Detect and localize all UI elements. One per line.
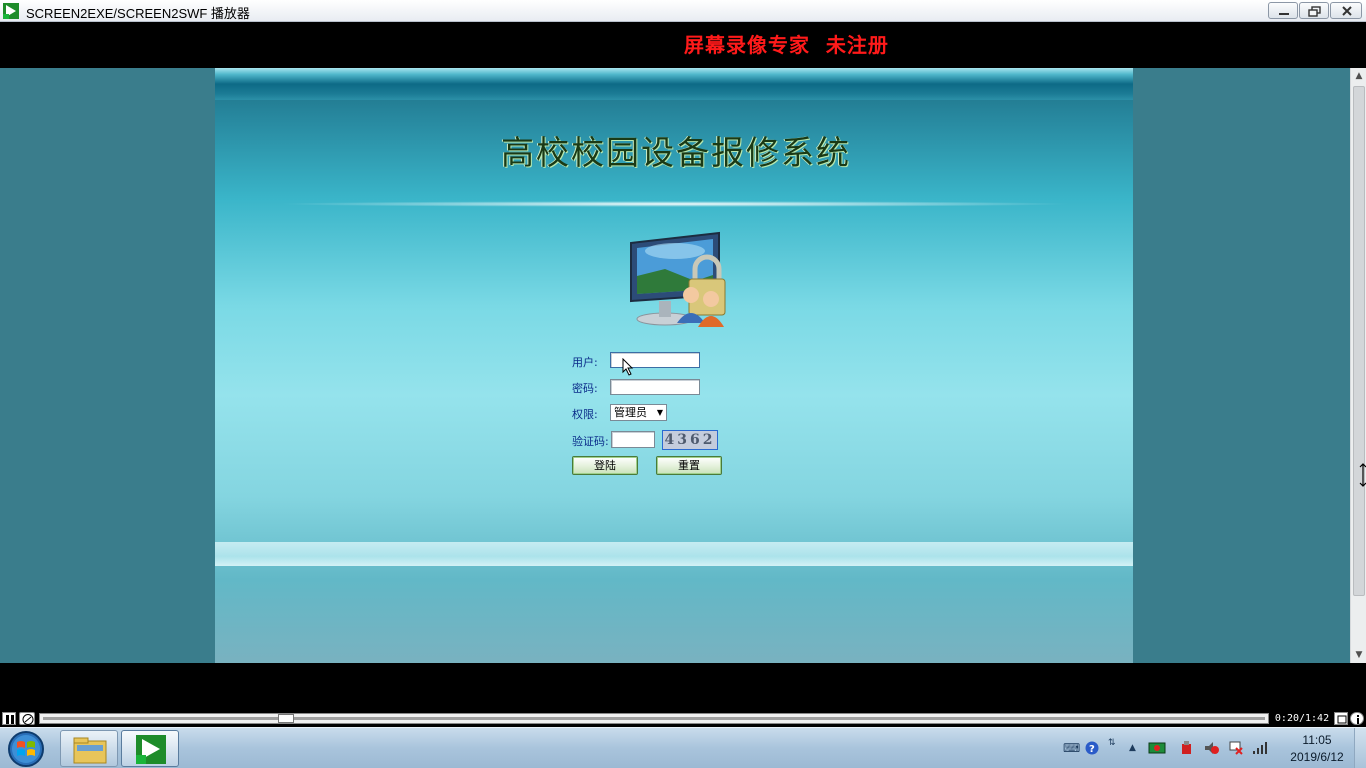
glow-divider — [275, 201, 1075, 207]
footer-band — [215, 542, 1133, 566]
taskbar-item-explorer[interactable] — [60, 730, 118, 767]
start-button[interactable] — [4, 729, 48, 768]
usb-icon[interactable] — [1179, 741, 1193, 755]
display-icon[interactable] — [1148, 741, 1166, 755]
flag-error-icon[interactable] — [1228, 741, 1244, 755]
dropdown-arrow-icon: ▼ — [656, 408, 663, 417]
player-controls: 0:20/1:42 — [0, 711, 1366, 726]
taskbar-item-player[interactable] — [121, 730, 179, 767]
clock-time[interactable]: 11:05 — [1282, 733, 1352, 747]
folder-icon — [73, 737, 107, 764]
close-icon — [1342, 6, 1352, 16]
role-label: 权限: — [572, 408, 598, 421]
login-page: 高校校园设备报修系统 用户: 密码: 权限: 管理员 ▼ 验证码: 4362 登… — [215, 68, 1133, 663]
captcha-input[interactable] — [611, 431, 655, 448]
help-icon[interactable]: ? — [1085, 741, 1099, 755]
keyboard-icon[interactable]: ⌨ — [1063, 741, 1080, 755]
captcha-image[interactable]: 4362 — [662, 430, 718, 450]
time-display: 0:20/1:42 — [1274, 713, 1330, 724]
password-label: 密码: — [572, 382, 598, 395]
resize-cursor-icon — [1359, 463, 1366, 487]
pause-icon — [6, 715, 14, 724]
scroll-up-icon[interactable]: ▲ — [1351, 68, 1366, 84]
info-button[interactable] — [1350, 712, 1364, 725]
info-icon — [1357, 715, 1359, 724]
restore-icon — [1308, 6, 1321, 17]
vertical-scrollbar[interactable]: ▲ ▼ — [1350, 68, 1366, 663]
role-select[interactable]: 管理员 ▼ — [610, 404, 667, 421]
show-desktop-button[interactable] — [1354, 728, 1366, 768]
recording-viewport: 高校校园设备报修系统 用户: 密码: 权限: 管理员 ▼ 验证码: 4362 登… — [0, 68, 1350, 663]
captcha-label: 验证码: — [572, 435, 609, 448]
header-band — [215, 68, 1133, 100]
banner-text: 屏幕录像专家 未注册 — [684, 33, 889, 57]
mouse-pointer-icon — [622, 358, 634, 376]
taskbar: ⌨ ? ⇅ ▲ 11:05 2019/6/12 — [0, 727, 1366, 768]
svg-text:?: ? — [1089, 744, 1095, 755]
volume-muted-icon[interactable] — [1204, 741, 1220, 755]
restore-button[interactable] — [1299, 2, 1329, 19]
network-sync-icon[interactable]: ⇅ — [1108, 736, 1116, 750]
fit-screen-button[interactable] — [1334, 712, 1348, 725]
seek-thumb[interactable] — [278, 714, 294, 723]
seek-track — [43, 717, 1265, 720]
pause-button[interactable] — [2, 712, 16, 725]
close-button[interactable] — [1330, 2, 1362, 19]
clock-date[interactable]: 2019/6/12 — [1280, 750, 1354, 764]
role-selected-value: 管理员 — [614, 406, 647, 419]
show-hidden-icon[interactable]: ▲ — [1129, 741, 1136, 755]
login-button[interactable]: 登陆 — [572, 456, 638, 475]
unregistered-banner: 屏幕录像专家 未注册 — [0, 22, 1366, 68]
window-title: SCREEN2EXE/SCREEN2SWF 播放器 — [26, 6, 250, 21]
scroll-down-icon[interactable]: ▼ — [1351, 647, 1366, 663]
window-titlebar: SCREEN2EXE/SCREEN2SWF 播放器 — [0, 0, 1366, 22]
monitor-lock-icon — [630, 231, 726, 327]
reset-button[interactable]: 重置 — [656, 456, 722, 475]
minimize-button[interactable] — [1268, 2, 1298, 19]
speed-icon — [22, 714, 34, 725]
password-input[interactable] — [610, 379, 700, 395]
minimize-icon — [1279, 13, 1289, 15]
player-icon — [136, 735, 166, 764]
fit-screen-icon — [1337, 715, 1347, 724]
speed-button[interactable] — [19, 712, 35, 725]
username-label: 用户: — [572, 356, 598, 369]
signal-icon[interactable] — [1252, 741, 1268, 755]
scroll-thumb[interactable] — [1353, 86, 1365, 596]
page-title: 高校校园设备报修系统 — [501, 133, 851, 172]
seek-bar[interactable] — [39, 713, 1269, 724]
app-icon — [3, 3, 19, 19]
